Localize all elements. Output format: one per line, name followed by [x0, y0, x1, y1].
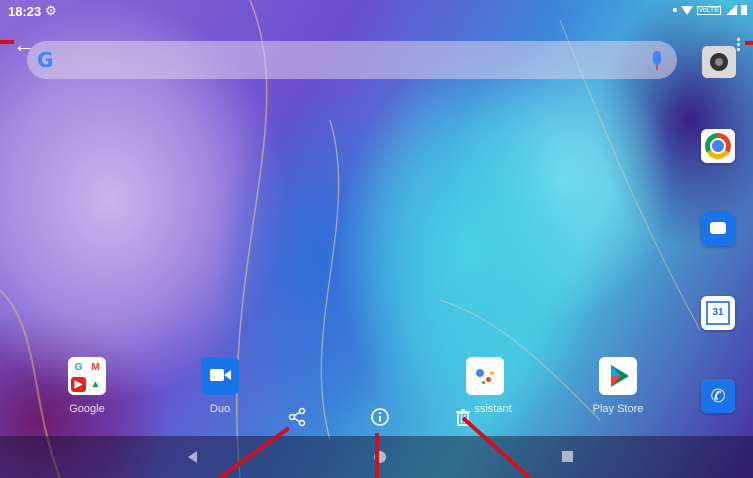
navigation-bar — [0, 436, 753, 478]
duo-label: Duo — [209, 403, 231, 415]
duo-icon — [201, 357, 239, 395]
messages-app[interactable] — [701, 212, 735, 246]
annotation-marker-right — [745, 41, 753, 45]
trash-icon — [456, 409, 470, 426]
notification-dot-icon — [672, 8, 677, 12]
share-button[interactable] — [283, 403, 311, 431]
calendar-icon: 31 — [706, 301, 730, 325]
camera-icon[interactable] — [702, 46, 736, 78]
google-folder[interactable]: G M ▶ ▲ Google — [42, 357, 132, 415]
duo-app[interactable]: Duo — [175, 357, 265, 415]
google-logo: G — [37, 48, 54, 72]
status-bar: 18:23 ⚙ VoLTE — [0, 0, 753, 24]
play-store-icon — [599, 357, 637, 395]
volte-icon: VoLTE — [696, 5, 721, 15]
overflow-menu-icon[interactable] — [736, 38, 742, 54]
google-folder-label: Google — [69, 403, 105, 415]
status-icons: VoLTE — [672, 5, 747, 15]
play-store-app[interactable]: Play Store — [573, 357, 663, 415]
play-store-label: Play Store — [592, 403, 644, 415]
gmail-icon: M — [91, 362, 100, 373]
nav-back-icon[interactable] — [188, 451, 197, 463]
info-icon — [371, 408, 389, 426]
chrome-app[interactable] — [701, 129, 735, 163]
share-icon — [288, 407, 306, 427]
mic-icon[interactable] — [653, 51, 661, 70]
info-button[interactable] — [366, 403, 394, 431]
settings-icon: ⚙ — [45, 3, 57, 18]
status-time: 18:23 — [8, 4, 42, 19]
signal-icon — [725, 5, 737, 15]
drive-icon: ▲ — [90, 379, 101, 390]
assistant-icon — [466, 357, 504, 395]
nav-home-icon[interactable] — [374, 451, 386, 463]
phone-app[interactable]: ✆ — [701, 379, 735, 413]
nav-recents-icon[interactable] — [562, 451, 573, 462]
calendar-app[interactable]: 31 — [701, 296, 735, 330]
delete-button[interactable] — [449, 403, 477, 431]
google-g-icon: G — [74, 362, 83, 373]
wifi-icon — [680, 5, 693, 15]
battery-icon — [741, 5, 747, 15]
search-bar[interactable]: G — [27, 41, 677, 79]
google-folder-icon: G M ▶ ▲ — [68, 357, 106, 395]
youtube-icon: ▶ — [71, 377, 86, 392]
phone-icon: ✆ — [701, 379, 735, 413]
chrome-icon — [705, 133, 731, 159]
messages-icon — [701, 212, 735, 246]
annotation-marker-left — [0, 40, 14, 44]
